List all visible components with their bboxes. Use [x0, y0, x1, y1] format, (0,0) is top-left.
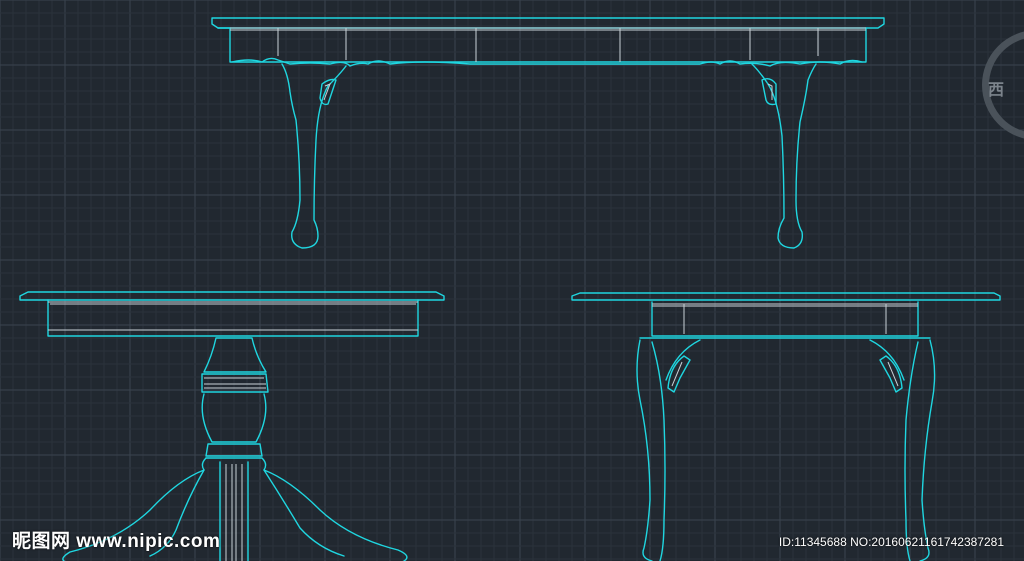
drawing-canvas[interactable] — [0, 0, 1024, 561]
image-id-text: ID:11345688 NO:20160621161742387281 — [778, 535, 1004, 549]
grid — [0, 0, 1024, 561]
cad-model-space[interactable]: 西 昵图网 www.nipic.com ID:11345688 NO:20160… — [0, 0, 1024, 561]
viewcube-west-label[interactable]: 西 — [988, 76, 1004, 100]
pedestal-table-elevation — [19, 291, 445, 561]
watermark-text: 昵图网 www.nipic.com — [12, 531, 221, 552]
